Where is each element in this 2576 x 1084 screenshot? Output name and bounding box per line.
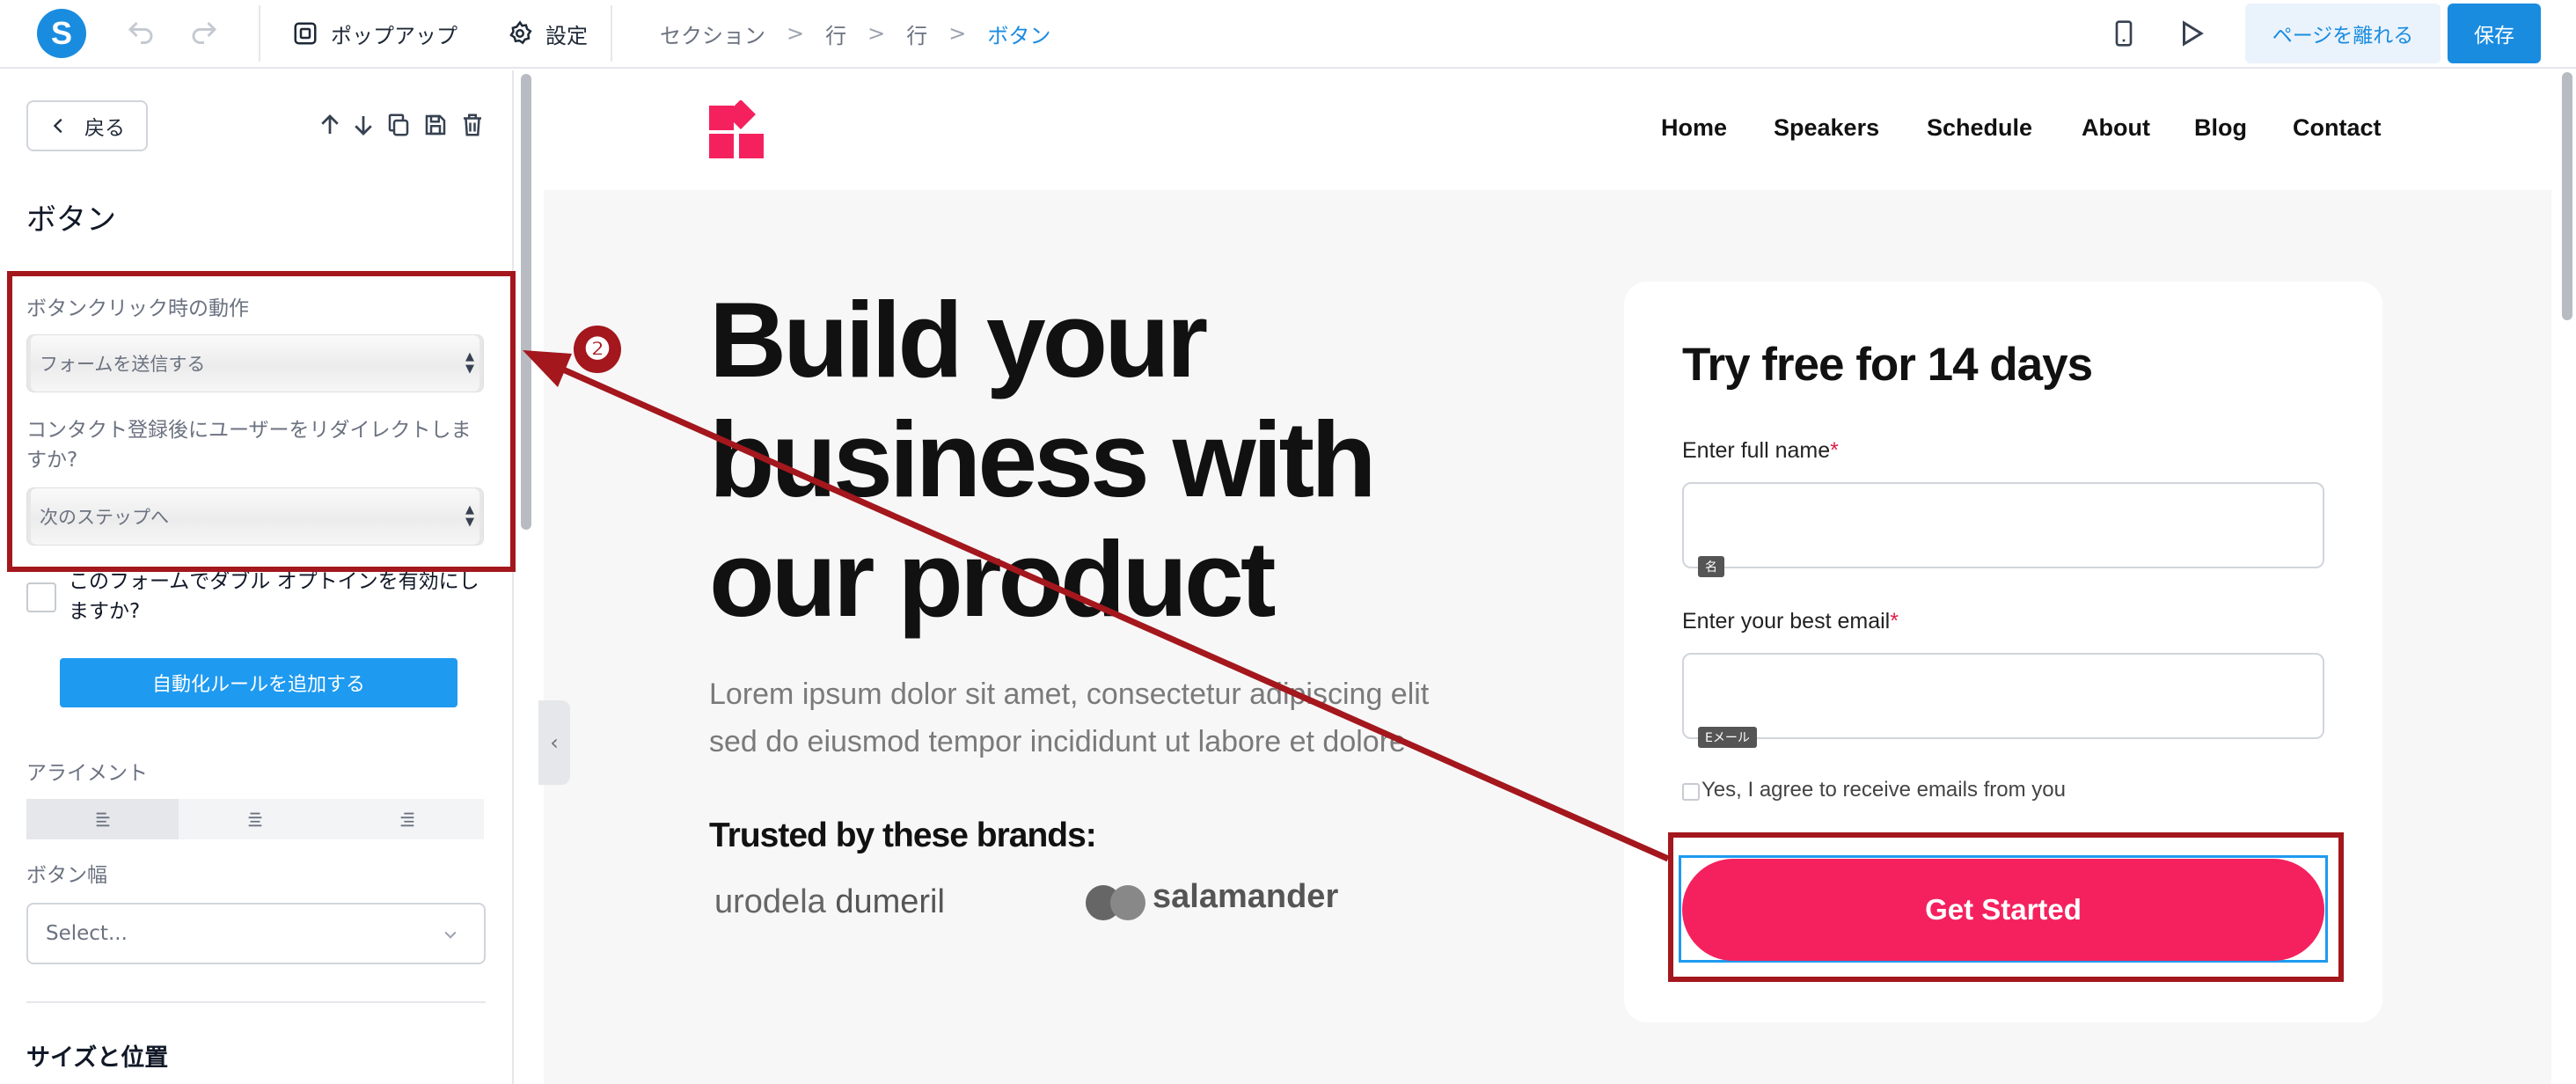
move-down-icon[interactable] — [350, 111, 377, 139]
required-mark: * — [1890, 609, 1899, 634]
panel-title: ボタン — [26, 202, 116, 238]
chevron-left-icon — [53, 118, 62, 134]
annotation-box-settings — [7, 271, 516, 572]
breadcrumb-row[interactable]: 行 — [825, 18, 846, 49]
alignment-label: アライメント — [26, 762, 148, 785]
hero-headline-line: Build your — [709, 280, 1208, 399]
align-center-button[interactable] — [179, 799, 331, 839]
consent-checkbox[interactable] — [1682, 783, 1700, 801]
breadcrumb-button[interactable]: ボタン — [987, 18, 1050, 49]
add-automation-button[interactable]: 自動化ルールを追加する — [60, 658, 457, 707]
gear-icon — [509, 20, 532, 45]
hero-headline-line: our product — [709, 519, 1276, 639]
move-up-icon[interactable] — [317, 111, 343, 139]
hero-subtext-line: Lorem ipsum dolor sit amet, consectetur … — [709, 678, 1430, 711]
trash-icon[interactable] — [459, 111, 486, 139]
align-right-icon — [400, 812, 414, 827]
toolbar-divider — [611, 5, 612, 62]
trusted-heading[interactable]: Trusted by these brands: — [709, 817, 1097, 855]
collapse-panel-handle[interactable]: ‹ — [538, 700, 570, 785]
email-field-label-text: Enter your best email — [1682, 609, 1891, 634]
panel-scrollbar-thumb[interactable] — [521, 74, 531, 530]
nav-about[interactable]: About — [2082, 114, 2150, 150]
popup-label: ポップアップ — [331, 23, 457, 48]
annotation-number: ❷ — [574, 326, 621, 373]
email-field-label: Enter your best email* — [1682, 609, 1899, 634]
hero-subtext-line: sed do eiusmod tempor incididunt ut labo… — [709, 725, 1406, 758]
nav-blog[interactable]: Blog — [2194, 114, 2247, 150]
breadcrumb: セクション > 行 > 行 > ボタン — [660, 16, 1050, 51]
nav-home[interactable]: Home — [1661, 114, 1727, 150]
chevron-right-icon: > — [867, 21, 886, 46]
back-label: 戻る — [84, 117, 125, 140]
align-center-icon — [248, 812, 262, 827]
name-field-label-text: Enter full name — [1682, 438, 1831, 463]
button-width-select[interactable]: Select... — [26, 903, 486, 964]
email-input[interactable] — [1682, 653, 2324, 739]
consent-label: Yes, I agree to receive emails from you — [1701, 778, 2066, 802]
settings-label: 設定 — [545, 23, 588, 48]
panel-divider — [26, 1001, 486, 1003]
brand-name: urodela — [714, 883, 826, 920]
app-logo[interactable]: S — [37, 9, 86, 58]
button-width-placeholder: Select... — [46, 922, 128, 945]
breadcrumb-row[interactable]: 行 — [906, 18, 927, 49]
align-left-button[interactable] — [26, 799, 179, 839]
salamander-logo-icon — [1086, 885, 1145, 920]
brand-logo-urodela: urodela dumeril — [714, 883, 945, 921]
alignment-toggle — [26, 799, 484, 839]
button-width-label: ボタン幅 — [26, 864, 107, 887]
popup-button[interactable]: ポップアップ — [292, 16, 457, 51]
name-field-label: Enter full name* — [1682, 438, 1839, 464]
popup-icon — [294, 22, 317, 45]
site-logo[interactable] — [709, 100, 769, 160]
save-icon[interactable] — [422, 111, 449, 139]
save-button[interactable]: 保存 — [2448, 4, 2541, 63]
annotation-box-button — [1668, 832, 2344, 982]
chevron-down-icon — [444, 931, 457, 939]
nav-speakers[interactable]: Speakers — [1774, 114, 1879, 150]
brand-logo-salamander: salamander — [1153, 878, 1339, 915]
breadcrumb-section[interactable]: セクション — [660, 18, 765, 49]
hero-subtext[interactable]: Lorem ipsum dolor sit amet, consectetur … — [709, 670, 1519, 765]
undo-icon[interactable] — [125, 18, 157, 49]
leave-page-button[interactable]: ページを離れる — [2245, 4, 2441, 63]
form-title[interactable]: Try free for 14 days — [1682, 338, 2093, 392]
chevron-right-icon: > — [948, 21, 967, 46]
mobile-preview-icon[interactable] — [2110, 18, 2138, 49]
nav-schedule[interactable]: Schedule — [1927, 114, 2032, 150]
align-right-button[interactable] — [332, 799, 484, 839]
canvas-scrollbar-thumb[interactable] — [2562, 72, 2572, 320]
site-header[interactable] — [544, 70, 2551, 190]
chevron-left-icon: ‹ — [550, 730, 559, 755]
hero-headline[interactable]: Build your business with our product — [709, 280, 1501, 639]
hero-headline-line: business with — [709, 399, 1377, 519]
top-toolbar: S ポップアップ 設定 セクション > 行 > 行 > ボタン ページを離れる … — [0, 0, 2576, 69]
required-mark: * — [1830, 438, 1839, 463]
back-button[interactable]: 戻る — [26, 100, 148, 151]
settings-button[interactable]: 設定 — [507, 16, 588, 51]
email-field-tag: Eメール — [1698, 727, 1757, 748]
brand-name: dumeril — [835, 883, 945, 920]
panel-scrollbar[interactable] — [519, 74, 531, 1084]
redo-icon[interactable] — [188, 18, 220, 49]
size-position-heading[interactable]: サイズと位置 — [26, 1038, 168, 1073]
full-name-input[interactable] — [1682, 482, 2324, 568]
canvas-scrollbar[interactable] — [2558, 70, 2576, 1084]
name-field-tag: 名 — [1698, 556, 1724, 577]
nav-contact[interactable]: Contact — [2293, 114, 2382, 150]
double-optin-checkbox[interactable] — [26, 582, 56, 612]
align-left-icon — [96, 812, 109, 827]
copy-icon[interactable] — [385, 111, 412, 139]
play-icon[interactable] — [2175, 18, 2206, 49]
toolbar-divider — [259, 5, 260, 62]
double-optin-label: このフォームでダブル オプトインを有効にしますか? — [69, 570, 479, 623]
chevron-right-icon: > — [787, 21, 805, 46]
